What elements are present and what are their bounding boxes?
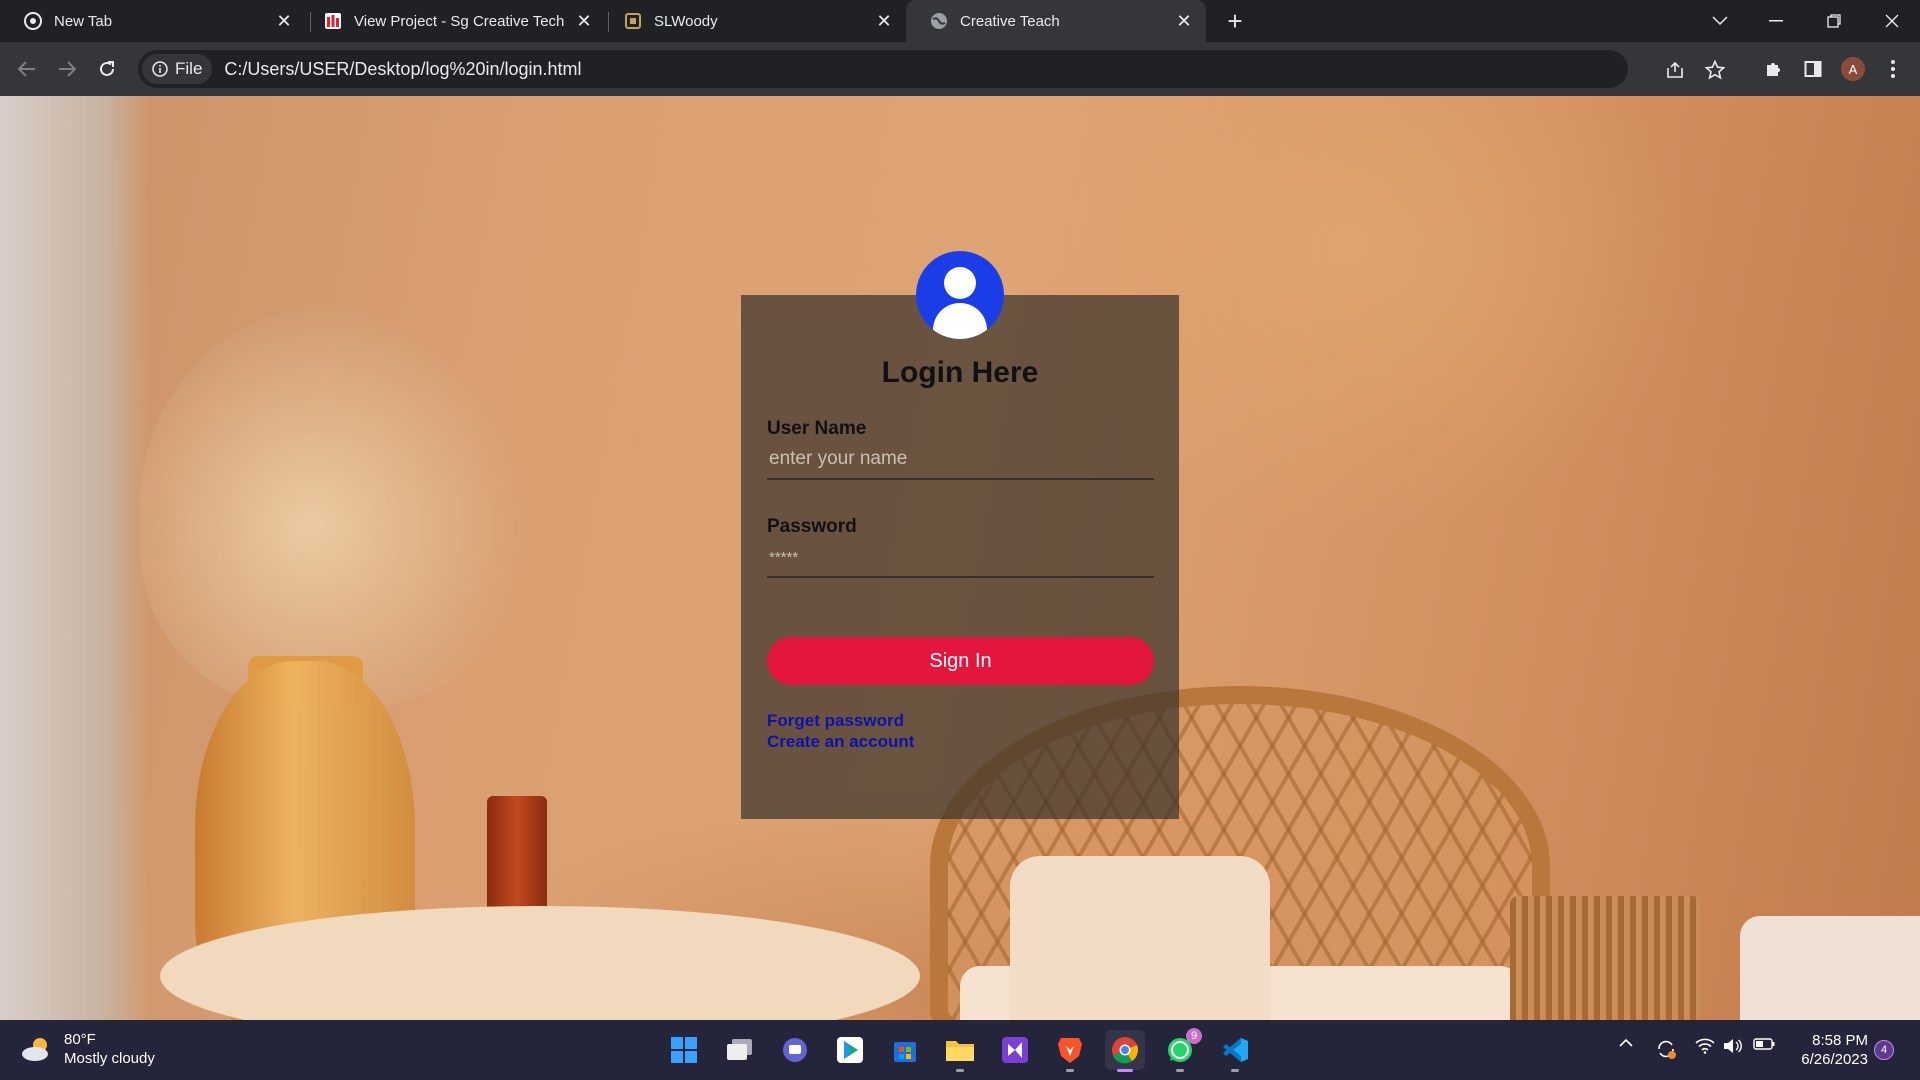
chrome-icon xyxy=(24,12,42,30)
sync-icon[interactable] xyxy=(1654,1038,1678,1060)
tray-overflow-chevron-icon[interactable] xyxy=(1616,1038,1636,1047)
reload-button[interactable] xyxy=(92,54,122,84)
tab-search-icon[interactable] xyxy=(1692,0,1748,42)
profile-avatar[interactable]: A xyxy=(1838,54,1868,84)
weather-widget[interactable]: 80°F Mostly cloudy xyxy=(20,1030,155,1068)
tab-strip: New Tab ✕ View Project - Sg Creative Tec… xyxy=(0,0,1920,42)
close-window-button[interactable] xyxy=(1864,0,1920,42)
avatar-body xyxy=(933,303,987,339)
chrome-button[interactable] xyxy=(1105,1030,1145,1072)
cloud-sun-icon xyxy=(22,1038,48,1061)
weather-desc: Mostly cloudy xyxy=(64,1050,155,1067)
running-indicator xyxy=(1231,1069,1239,1072)
play-store-icon xyxy=(837,1037,863,1063)
forward-button[interactable] xyxy=(52,54,82,84)
bookmark-star-icon[interactable] xyxy=(1704,59,1726,81)
address-bar[interactable]: File C:/Users/USER/Desktop/log%20in/logi… xyxy=(138,50,1725,88)
whatsapp-badge: 9 xyxy=(1186,1028,1202,1044)
sofa-decor xyxy=(1740,916,1920,1020)
battery-icon[interactable] xyxy=(1752,1038,1776,1050)
volume-icon[interactable] xyxy=(1722,1038,1744,1054)
slwoody-favicon xyxy=(624,12,642,30)
running-indicator xyxy=(1176,1069,1184,1072)
pampas-grass-decor xyxy=(140,306,520,706)
minimize-button[interactable] xyxy=(1748,0,1804,42)
windows-logo-icon xyxy=(671,1037,697,1063)
tab-title: View Project - Sg Creative Tech xyxy=(354,12,565,30)
active-indicator xyxy=(1117,1069,1133,1072)
clock-time: 8:58 PM xyxy=(1812,1032,1868,1049)
site-info-chip[interactable]: File xyxy=(142,54,213,84)
vscode-button[interactable] xyxy=(1215,1030,1255,1072)
url-text[interactable]: C:/Users/USER/Desktop/log%20in/login.htm… xyxy=(224,59,581,80)
tab-new-tab[interactable]: New Tab ✕ xyxy=(0,0,306,42)
notification-count-badge[interactable]: 4 xyxy=(1874,1040,1894,1060)
globe-icon xyxy=(930,12,948,30)
clock-date: 6/26/2023 xyxy=(1801,1051,1868,1068)
close-tab-icon[interactable]: ✕ xyxy=(572,9,596,33)
visual-studio-button[interactable] xyxy=(995,1030,1035,1070)
vscode-icon xyxy=(1223,1038,1248,1062)
close-tab-icon[interactable]: ✕ xyxy=(872,9,896,33)
back-button[interactable] xyxy=(12,54,42,84)
restore-button[interactable] xyxy=(1806,0,1862,42)
brave-lion-icon xyxy=(1058,1038,1082,1063)
weather-temp: 80°F xyxy=(64,1031,96,1048)
brave-button[interactable] xyxy=(1050,1030,1090,1072)
create-account-link[interactable]: Create an account xyxy=(767,732,914,752)
start-button[interactable] xyxy=(664,1030,704,1070)
password-label: Password xyxy=(767,516,857,537)
close-tab-icon[interactable]: ✕ xyxy=(1172,9,1196,33)
share-icon[interactable] xyxy=(1664,59,1686,81)
tab-slwoody[interactable]: SLWoody ✕ xyxy=(600,0,906,42)
username-label: User Name xyxy=(767,418,867,439)
teams-chat-button[interactable] xyxy=(775,1030,815,1070)
play-store-button[interactable] xyxy=(830,1030,870,1070)
file-explorer-button[interactable] xyxy=(940,1030,980,1072)
windows-taskbar: 80°F Mostly cloudy 9 8:58 PM 6/26/2023 4 xyxy=(0,1020,1920,1080)
wifi-icon[interactable] xyxy=(1694,1038,1716,1054)
site-chip-label: File xyxy=(175,59,203,78)
tab-title: SLWoody xyxy=(654,12,718,30)
menu-kebab-icon[interactable] xyxy=(1878,54,1908,84)
page-viewport: Login Here User Name Password Sign In Fo… xyxy=(0,96,1920,1020)
chat-icon xyxy=(783,1038,807,1062)
profile-initial: A xyxy=(1841,57,1865,81)
user-avatar-icon xyxy=(916,251,1004,339)
forgot-password-link[interactable]: Forget password xyxy=(767,711,904,731)
avatar-head xyxy=(944,267,976,299)
folder-icon xyxy=(946,1041,974,1061)
task-view-icon xyxy=(727,1039,752,1060)
curtain-decor xyxy=(0,96,150,1020)
info-icon xyxy=(152,61,168,77)
close-tab-icon[interactable]: ✕ xyxy=(272,9,296,33)
username-input[interactable] xyxy=(767,440,1154,480)
ms-store-button[interactable] xyxy=(885,1030,925,1070)
tab-view-project[interactable]: View Project - Sg Creative Tech ✕ xyxy=(300,0,606,42)
chrome-app-icon xyxy=(1112,1037,1139,1064)
login-title: Login Here xyxy=(881,356,1039,389)
tab-title: Creative Teach xyxy=(960,12,1060,30)
side-panel-icon[interactable] xyxy=(1798,54,1828,84)
running-indicator xyxy=(1066,1069,1074,1072)
running-indicator xyxy=(956,1069,964,1072)
taskbar-clock[interactable]: 8:58 PM 6/26/2023 xyxy=(1794,1031,1868,1069)
extensions-puzzle-icon[interactable] xyxy=(1758,54,1788,84)
basket-decor xyxy=(1510,896,1700,1020)
password-input[interactable] xyxy=(767,538,1154,578)
task-view-button[interactable] xyxy=(720,1030,760,1070)
tab-title: New Tab xyxy=(54,12,113,30)
ms-store-icon xyxy=(894,1042,916,1062)
whatsapp-button[interactable]: 9 xyxy=(1160,1028,1202,1072)
pillow-decor xyxy=(1010,856,1270,1020)
sign-in-button[interactable]: Sign In xyxy=(767,637,1154,685)
new-tab-button[interactable]: + xyxy=(1221,6,1249,36)
project-favicon xyxy=(324,12,342,30)
browser-toolbar: File C:/Users/USER/Desktop/log%20in/logi… xyxy=(0,42,1920,96)
tab-creative-teach[interactable]: Creative Teach ✕ xyxy=(906,0,1206,42)
visual-studio-icon xyxy=(1002,1037,1028,1063)
